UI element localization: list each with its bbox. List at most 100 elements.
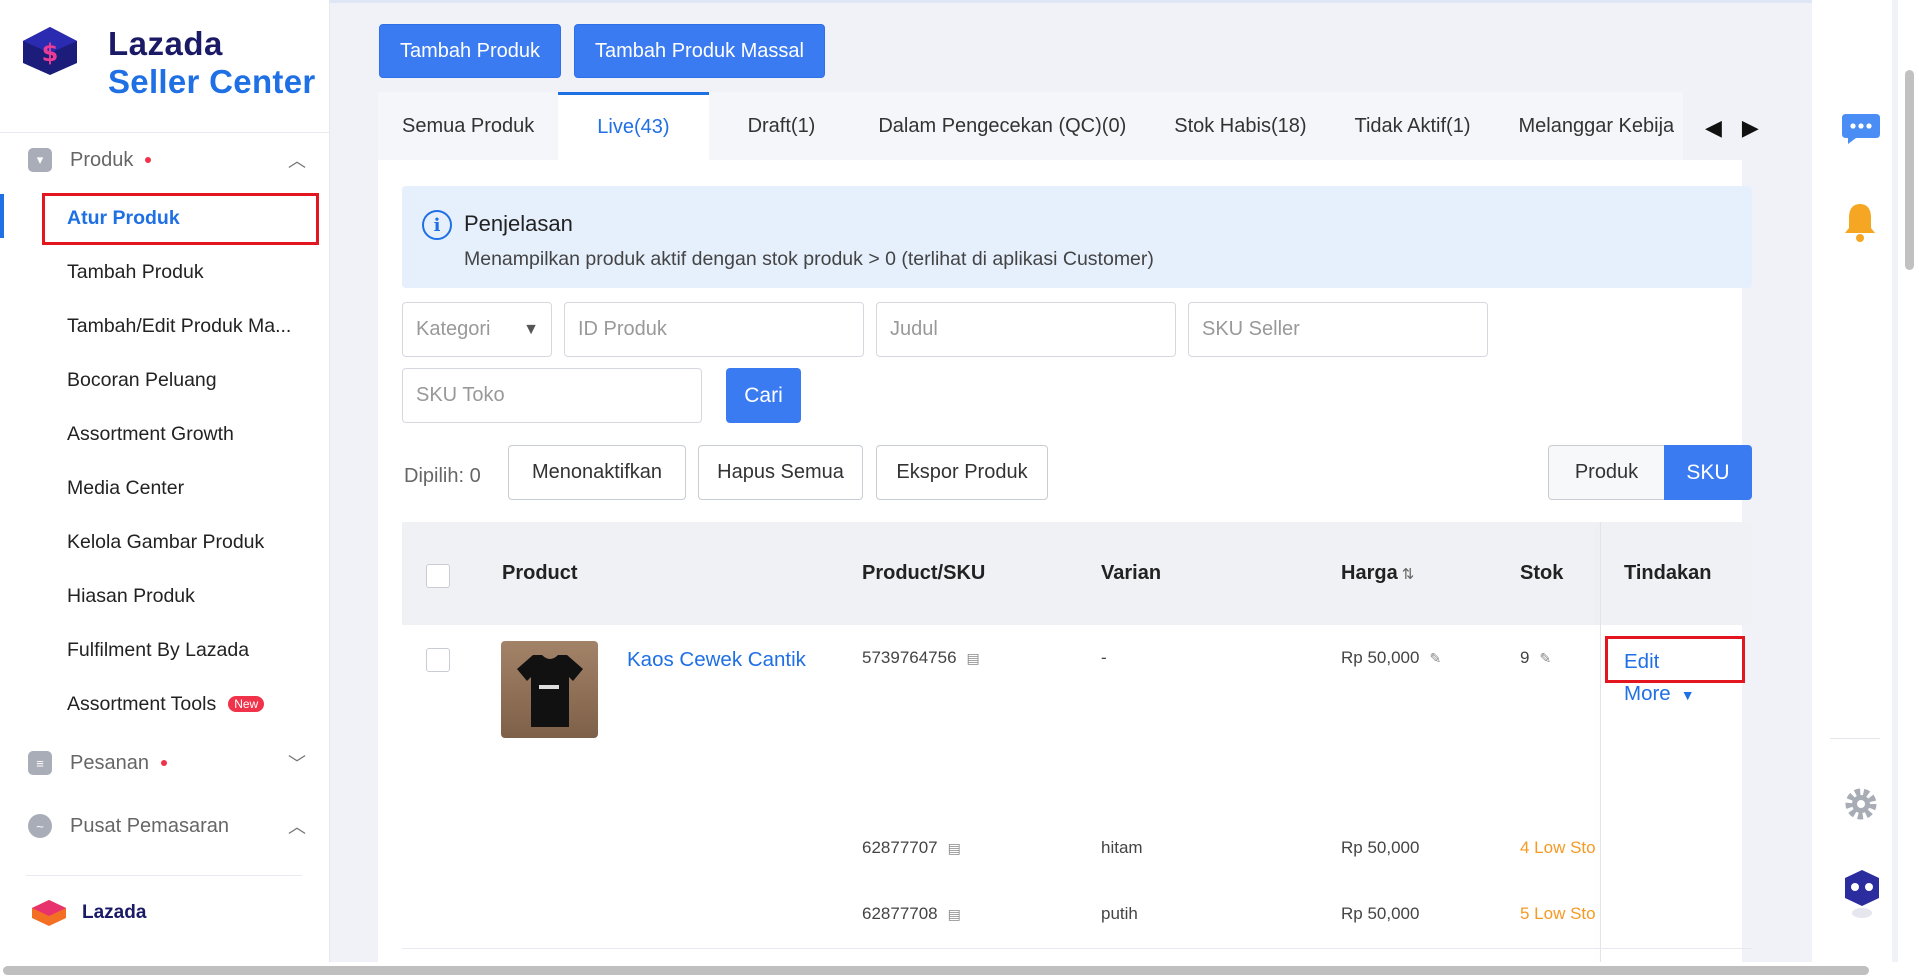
sku-varian-cell: putih bbox=[1101, 904, 1138, 923]
scrollbar-thumb[interactable] bbox=[1905, 70, 1914, 270]
sidebar-item-hiasan-produk[interactable]: Hiasan Produk bbox=[67, 585, 195, 608]
header-product-sku: Product/SKU bbox=[862, 562, 986, 584]
title-input[interactable]: Judul bbox=[876, 302, 1176, 357]
sidebar-section-pesanan[interactable]: ≡ Pesanan ﹀ bbox=[28, 750, 306, 776]
bulk-add-button[interactable]: Tambah Produk Massal bbox=[574, 24, 825, 78]
marketing-icon: ~ bbox=[28, 814, 52, 838]
sidebar-item-label: Assortment Tools bbox=[67, 693, 217, 715]
sidebar-section-label: Produk bbox=[70, 148, 134, 171]
product-thumbnail[interactable] bbox=[501, 641, 598, 738]
view-sku-toggle[interactable]: SKU bbox=[1664, 445, 1752, 500]
edit-pencil-icon[interactable]: ✎ bbox=[1429, 650, 1441, 667]
seller-center-logo[interactable]: $ Lazada Seller Center bbox=[20, 25, 316, 101]
copy-icon[interactable]: ▤ bbox=[948, 840, 961, 857]
scrollbar-thumb[interactable] bbox=[3, 966, 1869, 975]
header-stok: Stok bbox=[1520, 562, 1564, 584]
info-description: Menampilkan produk aktif dengan stok pro… bbox=[464, 248, 1154, 270]
svg-text:$: $ bbox=[42, 39, 59, 67]
header-harga[interactable]: Harga ⇅ bbox=[1341, 562, 1414, 585]
notification-dot bbox=[145, 157, 152, 163]
sidebar-divider bbox=[0, 132, 330, 133]
arrow-left-icon[interactable]: ◀ bbox=[1705, 115, 1722, 141]
export-button[interactable]: Ekspor Produk bbox=[876, 445, 1048, 500]
row-divider bbox=[402, 948, 1752, 949]
lazada-heart-icon bbox=[32, 900, 66, 926]
header-harga-label: Harga bbox=[1341, 562, 1398, 584]
search-button[interactable]: Cari bbox=[726, 368, 801, 423]
sidebar-item-fulfilment[interactable]: Fulfilment By Lazada bbox=[67, 639, 249, 662]
tab-scroll-arrows: ◀ ▶ bbox=[1705, 115, 1759, 141]
header-product: Product bbox=[502, 562, 578, 584]
notification-bell-icon[interactable] bbox=[1842, 200, 1878, 244]
price-cell: Rp 50,000 ✎ bbox=[1341, 648, 1441, 668]
varian-cell: - bbox=[1101, 648, 1107, 667]
tshirt-image bbox=[517, 655, 583, 727]
sidebar-item-tambah-produk[interactable]: Tambah Produk bbox=[67, 261, 204, 284]
tab-dalam-pengecekan[interactable]: Dalam Pengecekan (QC)(0) bbox=[854, 92, 1150, 160]
status-tabs: Semua Produk Live(43) Draft(1) Dalam Pen… bbox=[378, 92, 1683, 160]
bottom-logo-text: Lazada bbox=[82, 902, 147, 923]
sidebar-item-assortment-tools[interactable]: Assortment Tools New bbox=[67, 693, 265, 716]
active-indicator bbox=[0, 194, 4, 238]
info-banner: i Penjelasan Menampilkan produk aktif de… bbox=[402, 186, 1752, 288]
sidebar-divider bbox=[26, 875, 302, 876]
settings-gear-icon[interactable] bbox=[1842, 785, 1880, 823]
chat-icon[interactable] bbox=[1840, 110, 1882, 146]
view-product-toggle[interactable]: Produk bbox=[1548, 445, 1665, 500]
product-id-cell: 5739764756 ▤ bbox=[862, 648, 980, 668]
new-badge: New bbox=[228, 696, 265, 712]
category-select[interactable]: Kategori ▼ bbox=[402, 302, 552, 357]
lazada-bottom-logo[interactable]: Lazada bbox=[30, 898, 146, 928]
sku-stock-low: 5 Low Sto bbox=[1520, 904, 1596, 923]
chevron-up-icon: ︿ bbox=[288, 817, 306, 837]
more-label: More bbox=[1624, 682, 1671, 705]
edit-pencil-icon[interactable]: ✎ bbox=[1539, 650, 1551, 667]
copy-icon[interactable]: ▤ bbox=[948, 906, 961, 923]
add-product-button[interactable]: Tambah Produk bbox=[379, 24, 561, 78]
delete-all-button[interactable]: Hapus Semua bbox=[698, 445, 863, 500]
tab-draft[interactable]: Draft(1) bbox=[709, 92, 855, 160]
chevron-up-icon: ︿ bbox=[288, 151, 306, 171]
info-title: Penjelasan bbox=[464, 211, 573, 236]
tab-stok-habis[interactable]: Stok Habis(18) bbox=[1150, 92, 1330, 160]
sidebar-section-produk[interactable]: ▾ Produk ︿ bbox=[28, 147, 306, 173]
select-all-checkbox[interactable] bbox=[426, 564, 450, 588]
lazada-logo-icon: $ bbox=[23, 27, 77, 75]
seller-sku-input[interactable]: SKU Seller bbox=[1188, 302, 1488, 357]
info-icon: i bbox=[422, 210, 452, 240]
highlight-box bbox=[42, 193, 319, 245]
shop-sku-input[interactable]: SKU Toko bbox=[402, 368, 702, 423]
sidebar-section-pusat-pemasaran[interactable]: ~ Pusat Pemasaran ︿ bbox=[28, 813, 306, 839]
product-name-link[interactable]: Kaos Cewek Cantik bbox=[627, 648, 806, 672]
logo-line-2: Seller Center bbox=[108, 63, 316, 100]
row-checkbox[interactable] bbox=[426, 648, 450, 672]
sku-id-value: 62877707 bbox=[862, 838, 938, 857]
sku-id-cell: 62877708 ▤ bbox=[862, 904, 961, 924]
tab-live[interactable]: Live(43) bbox=[558, 92, 709, 160]
stock-cell: 9 ✎ bbox=[1520, 648, 1551, 668]
highlight-box bbox=[1605, 636, 1745, 683]
header-varian: Varian bbox=[1101, 562, 1162, 584]
stock-value: 9 bbox=[1520, 648, 1530, 667]
sidebar-item-media-center[interactable]: Media Center bbox=[67, 477, 184, 500]
deactivate-button[interactable]: Menonaktifkan bbox=[508, 445, 686, 500]
tab-melanggar-kebijakan[interactable]: Melanggar Kebija bbox=[1494, 92, 1674, 160]
sidebar-item-bocoran-peluang[interactable]: Bocoran Peluang bbox=[67, 369, 217, 392]
copy-icon[interactable]: ▤ bbox=[967, 650, 980, 667]
assistant-bot-icon[interactable] bbox=[1842, 868, 1882, 920]
caret-down-icon: ▼ bbox=[1680, 687, 1695, 703]
sidebar-item-assortment-growth[interactable]: Assortment Growth bbox=[67, 423, 234, 446]
category-select-value: Kategori bbox=[416, 318, 491, 340]
tab-semua-produk[interactable]: Semua Produk bbox=[378, 92, 558, 160]
arrow-right-icon[interactable]: ▶ bbox=[1742, 115, 1759, 141]
product-id-input[interactable]: ID Produk bbox=[564, 302, 864, 357]
selected-count: Dipilih: 0 bbox=[404, 465, 481, 487]
more-dropdown[interactable]: More ▼ bbox=[1624, 682, 1695, 706]
vertical-scrollbar[interactable] bbox=[1898, 0, 1919, 979]
horizontal-scrollbar[interactable] bbox=[0, 962, 1898, 979]
sidebar-item-tambah-edit-massal[interactable]: Tambah/Edit Produk Ma... bbox=[67, 315, 291, 338]
chevron-down-icon: ﹀ bbox=[288, 754, 306, 774]
notification-dot bbox=[160, 760, 167, 766]
sidebar-item-kelola-gambar[interactable]: Kelola Gambar Produk bbox=[67, 531, 264, 554]
tab-tidak-aktif[interactable]: Tidak Aktif(1) bbox=[1331, 92, 1495, 160]
